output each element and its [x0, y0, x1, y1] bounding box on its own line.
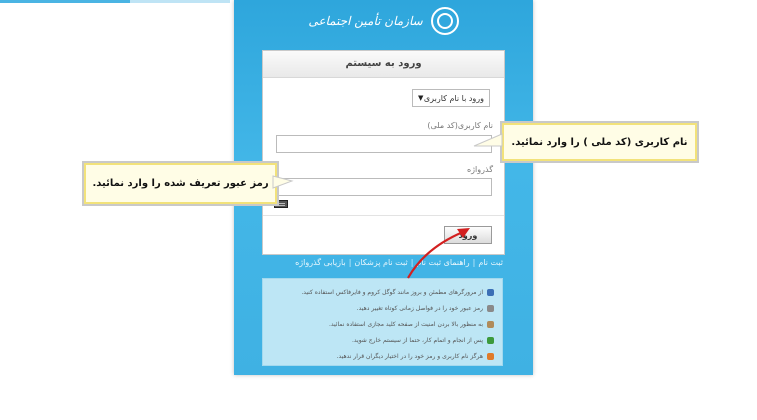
username-callout-tail — [473, 133, 503, 147]
password-callout-tail — [272, 175, 294, 189]
annotation-overlay — [272, 133, 503, 279]
red-arrow-icon — [407, 230, 464, 279]
